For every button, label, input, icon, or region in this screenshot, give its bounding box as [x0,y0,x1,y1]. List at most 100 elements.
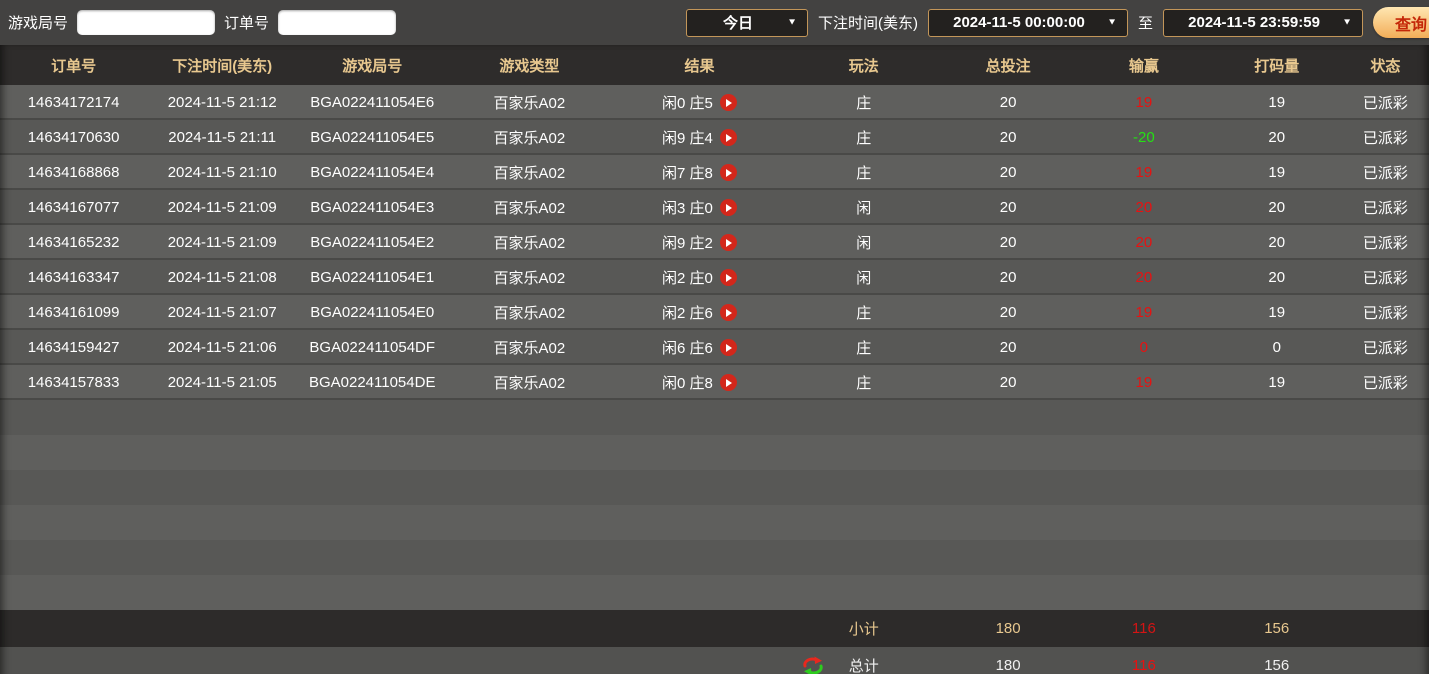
play-type-cell: 庄 [787,85,940,120]
round-id-cell: BGA022411054E2 [297,225,447,260]
result-cell: 闲0 庄8 [612,365,788,400]
turnover-cell: 0 [1212,330,1342,365]
total-bet-cell: 20 [940,155,1076,190]
bet-time-cell: 2024-11-5 21:12 [147,85,297,120]
total-turnover: 156 [1212,647,1342,674]
play-icon[interactable] [720,164,737,181]
to-label: 至 [1138,12,1153,33]
play-icon[interactable] [720,234,737,251]
total-status-spacer [1342,647,1429,674]
subtotal-bet: 180 [940,610,1076,647]
empty-row [0,470,1429,505]
total-bet-cell: 20 [940,225,1076,260]
play-type-cell: 闲 [787,190,940,225]
column-header-win-loss: 输赢 [1076,45,1212,85]
table-row: 146341706302024-11-5 21:11BGA022411054E5… [0,120,1429,155]
quick-range-select[interactable]: 今日 ▼ [686,9,808,37]
table-header: 订单号 下注时间(美东) 游戏局号 游戏类型 结果 玩法 总投注 输赢 打码量 … [0,45,1429,85]
filter-bar: 游戏局号 订单号 今日 ▼ 下注时间(美东) 2024-11-5 00:00:0… [0,0,1429,45]
total-spacer [0,647,787,674]
game-type-cell: 百家乐A02 [447,155,611,190]
win-loss-cell: 0 [1076,330,1212,365]
status-cell: 已派彩 [1342,225,1429,260]
round-id-cell: BGA022411054E3 [297,190,447,225]
play-icon[interactable] [720,374,737,391]
result-cell: 闲0 庄5 [612,85,788,120]
result-text: 闲3 庄0 [662,197,713,218]
end-time-select[interactable]: 2024-11-5 23:59:59 ▼ [1163,9,1363,37]
total-bet: 180 [940,647,1076,674]
empty-row [0,505,1429,540]
order-id-cell: 14634172174 [0,85,147,120]
result-cell: 闲9 庄2 [612,225,788,260]
play-type-cell: 庄 [787,155,940,190]
round-id-cell: BGA022411054E5 [297,120,447,155]
win-loss-cell: 19 [1076,155,1212,190]
turnover-cell: 19 [1212,295,1342,330]
total-bet-cell: 20 [940,295,1076,330]
play-icon[interactable] [720,304,737,321]
bet-time-cell: 2024-11-5 21:09 [147,190,297,225]
empty-row [0,435,1429,470]
total-bet-cell: 20 [940,365,1076,400]
play-type-cell: 闲 [787,225,940,260]
result-text: 闲9 庄2 [662,232,713,253]
total-bet-cell: 20 [940,190,1076,225]
empty-cell [0,540,1429,575]
game-type-cell: 百家乐A02 [447,365,611,400]
query-button[interactable]: 查询 [1373,7,1429,38]
game-type-cell: 百家乐A02 [447,225,611,260]
status-cell: 已派彩 [1342,155,1429,190]
order-id-cell: 14634167077 [0,190,147,225]
total-win-loss: 116 [1076,647,1212,674]
start-time-select[interactable]: 2024-11-5 00:00:00 ▼ [928,9,1128,37]
subtotal-label: 小计 [787,610,940,647]
table-row: 146341652322024-11-5 21:09BGA022411054E2… [0,225,1429,260]
win-loss-cell: 20 [1076,225,1212,260]
quick-range-value: 今日 [697,12,779,33]
empty-cell [0,435,1429,470]
game-type-cell: 百家乐A02 [447,120,611,155]
result-cell: 闲2 庄6 [612,295,788,330]
game-type-cell: 百家乐A02 [447,85,611,120]
total-bet-cell: 20 [940,330,1076,365]
result-cell: 闲9 庄4 [612,120,788,155]
round-id-cell: BGA022411054E6 [297,85,447,120]
win-loss-cell: 19 [1076,295,1212,330]
play-icon[interactable] [720,199,737,216]
play-icon[interactable] [720,339,737,356]
empty-row [0,575,1429,610]
empty-row [0,540,1429,575]
play-icon[interactable] [720,269,737,286]
column-header-result: 结果 [612,45,788,85]
status-cell: 已派彩 [1342,365,1429,400]
table-body: 146341721742024-11-5 21:12BGA022411054E6… [0,85,1429,610]
result-cell: 闲3 庄0 [612,190,788,225]
play-type-cell: 闲 [787,260,940,295]
chevron-down-icon: ▼ [1342,18,1352,28]
table-row: 146341610992024-11-5 21:07BGA022411054E0… [0,295,1429,330]
win-loss-cell: -20 [1076,120,1212,155]
total-label-cell: 总计 [787,647,940,674]
subtotal-win-loss: 116 [1076,610,1212,647]
records-table: 订单号 下注时间(美东) 游戏局号 游戏类型 结果 玩法 总投注 输赢 打码量 … [0,45,1429,674]
round-id-cell: BGA022411054E4 [297,155,447,190]
game-round-input[interactable] [77,10,215,35]
play-type-cell: 庄 [787,120,940,155]
turnover-cell: 20 [1212,190,1342,225]
status-cell: 已派彩 [1342,120,1429,155]
turnover-cell: 20 [1212,225,1342,260]
status-cell: 已派彩 [1342,260,1429,295]
order-id-input[interactable] [278,10,396,35]
play-icon[interactable] [720,94,737,111]
column-header-play-type: 玩法 [787,45,940,85]
refresh-icon[interactable] [801,656,825,674]
play-icon[interactable] [720,129,737,146]
order-id-cell: 14634165232 [0,225,147,260]
win-loss-cell: 20 [1076,190,1212,225]
status-cell: 已派彩 [1342,330,1429,365]
column-header-turnover: 打码量 [1212,45,1342,85]
round-id-cell: BGA022411054DE [297,365,447,400]
order-id-cell: 14634168868 [0,155,147,190]
start-time-value: 2024-11-5 00:00:00 [939,14,1099,31]
